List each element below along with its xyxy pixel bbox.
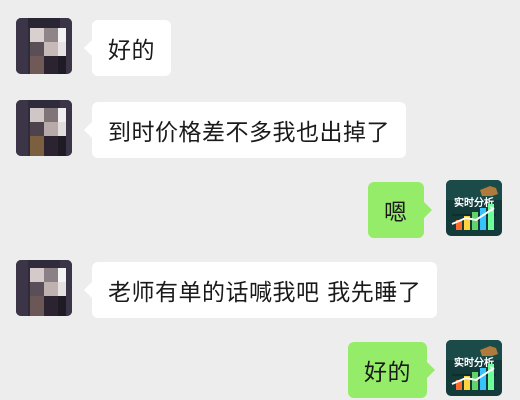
message-text: 嗯 xyxy=(384,200,408,226)
message-row: 好的 实时分析 xyxy=(0,340,520,400)
pixelated-avatar-icon xyxy=(16,18,72,74)
self-avatar[interactable]: 实时分析 xyxy=(446,180,502,236)
outgoing-message-bubble[interactable]: 好的 xyxy=(348,342,435,398)
contact-avatar[interactable] xyxy=(16,18,72,74)
incoming-message-bubble[interactable]: 好的 xyxy=(84,20,171,76)
message-text: 好的 xyxy=(364,360,411,386)
stock-analysis-logo-icon: 实时分析 xyxy=(446,180,502,236)
pixelated-avatar-icon xyxy=(16,260,72,316)
outgoing-message-bubble[interactable]: 嗯 xyxy=(368,182,431,238)
message-text: 到时价格差不多我也出掉了 xyxy=(108,120,390,146)
message-text: 老师有单的话喊我吧 我先睡了 xyxy=(108,280,422,306)
contact-avatar[interactable] xyxy=(16,260,72,316)
message-row: 老师有单的话喊我吧 我先睡了 xyxy=(0,260,520,320)
incoming-message-bubble[interactable]: 到时价格差不多我也出掉了 xyxy=(84,102,406,158)
contact-avatar[interactable] xyxy=(16,100,72,156)
stock-analysis-logo-icon: 实时分析 xyxy=(446,340,502,396)
message-row: 到时价格差不多我也出掉了 xyxy=(0,100,520,160)
incoming-message-bubble[interactable]: 老师有单的话喊我吧 我先睡了 xyxy=(83,262,438,318)
self-avatar[interactable]: 实时分析 xyxy=(446,340,502,396)
message-row: 嗯 实时分析 xyxy=(0,180,520,240)
message-row: 好的 xyxy=(0,18,520,78)
message-text: 好的 xyxy=(108,38,155,64)
pixelated-avatar-icon xyxy=(16,100,72,156)
